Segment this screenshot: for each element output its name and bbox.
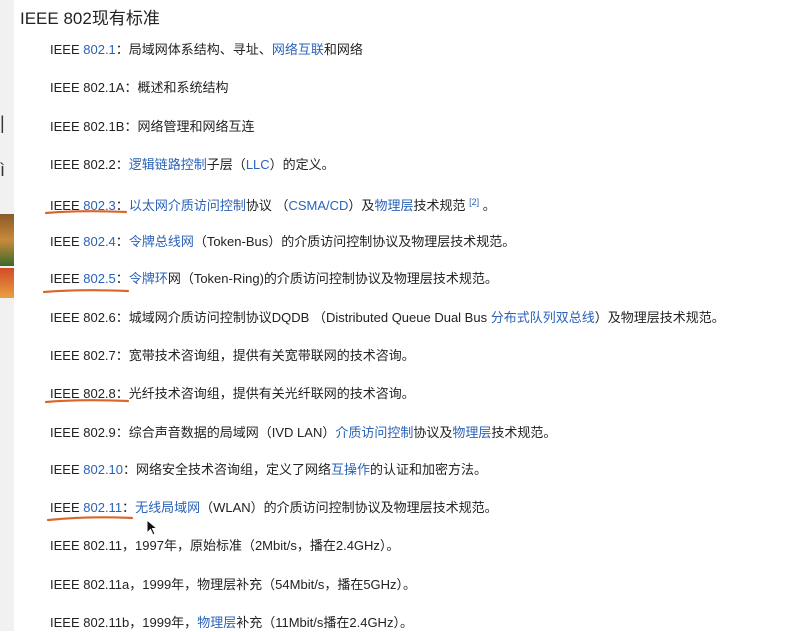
standard-text: ：: [115, 198, 129, 213]
standard-text: IEEE 802.7：宽带技术咨询组，提供有关宽带联网的技术咨询。: [50, 348, 415, 363]
standards-list: IEEE 802.1：局域网体系结构、寻址、网络互联和网络 IEEE 802.1A…: [0, 0, 791, 631]
standard-text: 技术规范: [413, 198, 470, 213]
standard-item: IEEE 802.1A：概述和系统结构: [50, 79, 228, 97]
standard-text: （Token-Bus）的介质访问控制协议及物理层技术规范。: [193, 234, 516, 249]
standard-link[interactable]: 逻辑链路控制: [129, 157, 207, 172]
standard-item: IEEE 802.9：综合声音数据的局域网（IVD LAN）介质访问控制协议及物…: [50, 424, 556, 442]
standard-text: 协议及: [413, 425, 453, 440]
standard-item: IEEE 802.7：宽带技术咨询组，提供有关宽带联网的技术咨询。: [50, 347, 415, 365]
standard-link[interactable]: 物理层: [374, 198, 413, 213]
standard-text: 技术规范。: [491, 425, 557, 440]
standard-text: IEEE 802.9：综合声音数据的局域网（IVD LAN）: [50, 425, 336, 440]
standard-text: 和网络: [323, 42, 363, 57]
standard-item: IEEE 802.6：城域网介质访问控制协议DQDB （Distributed …: [50, 309, 725, 327]
standard-link[interactable]: 802.10: [83, 462, 123, 477]
standard-text: ：局域网体系结构、寻址、: [115, 42, 272, 57]
standard-text: IEEE: [50, 42, 84, 57]
standard-link[interactable]: 以太网: [129, 198, 168, 213]
standard-item: IEEE 802.11：无线局域网（WLAN）的介质访问控制协议及物理层技术规范…: [50, 499, 498, 517]
standard-text: 的认证和加密方法。: [370, 462, 488, 477]
mouse-cursor-icon: [146, 519, 158, 536]
standard-text: IEEE 802.11b，1999年，: [50, 615, 198, 630]
standard-text: IEEE 802.1A：概述和系统结构: [50, 80, 229, 95]
standard-link[interactable]: 介质访问控制: [168, 198, 246, 213]
standard-link[interactable]: LLC: [246, 157, 270, 172]
standard-link[interactable]: 802.11: [83, 500, 122, 515]
standard-link[interactable]: 物理层: [452, 425, 491, 440]
standard-text: IEEE: [50, 198, 84, 213]
standard-item: IEEE 802.4：令牌总线网（Token-Bus）的介质访问控制协议及物理层…: [50, 233, 515, 251]
standard-item: IEEE 802.8：光纤技术咨询组，提供有关光纤联网的技术咨询。: [50, 385, 415, 403]
standard-item: IEEE 802.5：令牌环网（Token-Ring)的介质访问控制协议及物理层…: [50, 270, 498, 288]
standard-text: ：: [115, 234, 129, 249]
standard-text: IEEE 802.1B：网络管理和网络互连: [50, 119, 255, 134]
standard-text: IEEE 802.2：: [50, 157, 129, 172]
standard-text: 网（Token-Ring)的介质访问控制协议及物理层技术规范。: [167, 271, 498, 286]
standard-link[interactable]: 物理层: [197, 615, 236, 630]
standard-text: 补充（11Mbit/s播在2.4GHz）。: [236, 615, 413, 630]
standard-text: （WLAN）的介质访问控制协议及物理层技术规范。: [200, 500, 498, 515]
standard-item: IEEE 802.10：网络安全技术咨询组，定义了网络互操作的认证和加密方法。: [50, 461, 487, 479]
standard-link[interactable]: 令牌环: [129, 271, 168, 286]
standard-link[interactable]: 分布式队列双总线: [491, 310, 595, 325]
standard-item: IEEE 802.11a，1999年，物理层补充（54Mbit/s，播在5GHz…: [50, 576, 416, 594]
standard-link[interactable]: 802.1: [83, 42, 116, 57]
standard-link[interactable]: 互操作: [331, 462, 370, 477]
standard-text: IEEE 802.11a，1999年，物理层补充（54Mbit/s，播在5GHz…: [50, 577, 417, 592]
standard-link[interactable]: 无线局域网: [135, 500, 200, 515]
citation-link[interactable]: [2]: [469, 197, 479, 207]
standard-text: IEEE: [50, 500, 84, 515]
standard-text: IEEE 802.6：城域网介质访问控制协议DQDB （Distributed …: [50, 310, 491, 325]
standard-text: ）及: [348, 198, 375, 213]
standard-item: IEEE 802.2：逻辑链路控制子层（LLC）的定义。: [50, 156, 335, 174]
standard-text: IEEE: [50, 234, 84, 249]
standard-text: ：: [122, 500, 136, 515]
standard-link[interactable]: 介质访问控制: [335, 425, 413, 440]
standard-item: IEEE 802.1B：网络管理和网络互连: [50, 118, 254, 136]
standard-link[interactable]: 网络互联: [272, 42, 324, 57]
standard-text: IEEE 802.8：光纤技术咨询组，提供有关光纤联网的技术咨询。: [50, 386, 415, 401]
standard-text: ）的定义。: [269, 157, 335, 172]
standard-text: ：网络安全技术咨询组，定义了网络: [123, 462, 332, 477]
standard-link[interactable]: 令牌总线网: [129, 234, 194, 249]
standard-text: IEEE: [50, 271, 84, 286]
standard-item: IEEE 802.11b，1999年，物理层补充（11Mbit/s播在2.4GH…: [50, 614, 413, 632]
standard-text: IEEE 802.11，1997年，原始标准（2Mbit/s，播在2.4GHz）…: [50, 538, 400, 553]
standard-item: IEEE 802.3：以太网介质访问控制协议 （CSMA/CD）及物理层技术规范…: [50, 193, 496, 215]
standard-text: 协议 （: [245, 198, 289, 213]
standard-text: ）及物理层技术规范。: [594, 310, 725, 325]
standard-link[interactable]: CSMA/CD: [288, 198, 348, 213]
standard-link[interactable]: 802.5: [83, 271, 116, 286]
standard-link[interactable]: 802.3: [83, 198, 116, 213]
standard-text: 。: [479, 198, 496, 213]
standard-text: ：: [115, 271, 129, 286]
standard-text: 子层（: [206, 157, 246, 172]
standard-item: IEEE 802.11，1997年，原始标准（2Mbit/s，播在2.4GHz）…: [50, 537, 399, 555]
standard-link[interactable]: 802.4: [83, 234, 116, 249]
standard-text: IEEE: [50, 462, 84, 477]
standard-item: IEEE 802.1：局域网体系结构、寻址、网络互联和网络: [50, 41, 363, 59]
